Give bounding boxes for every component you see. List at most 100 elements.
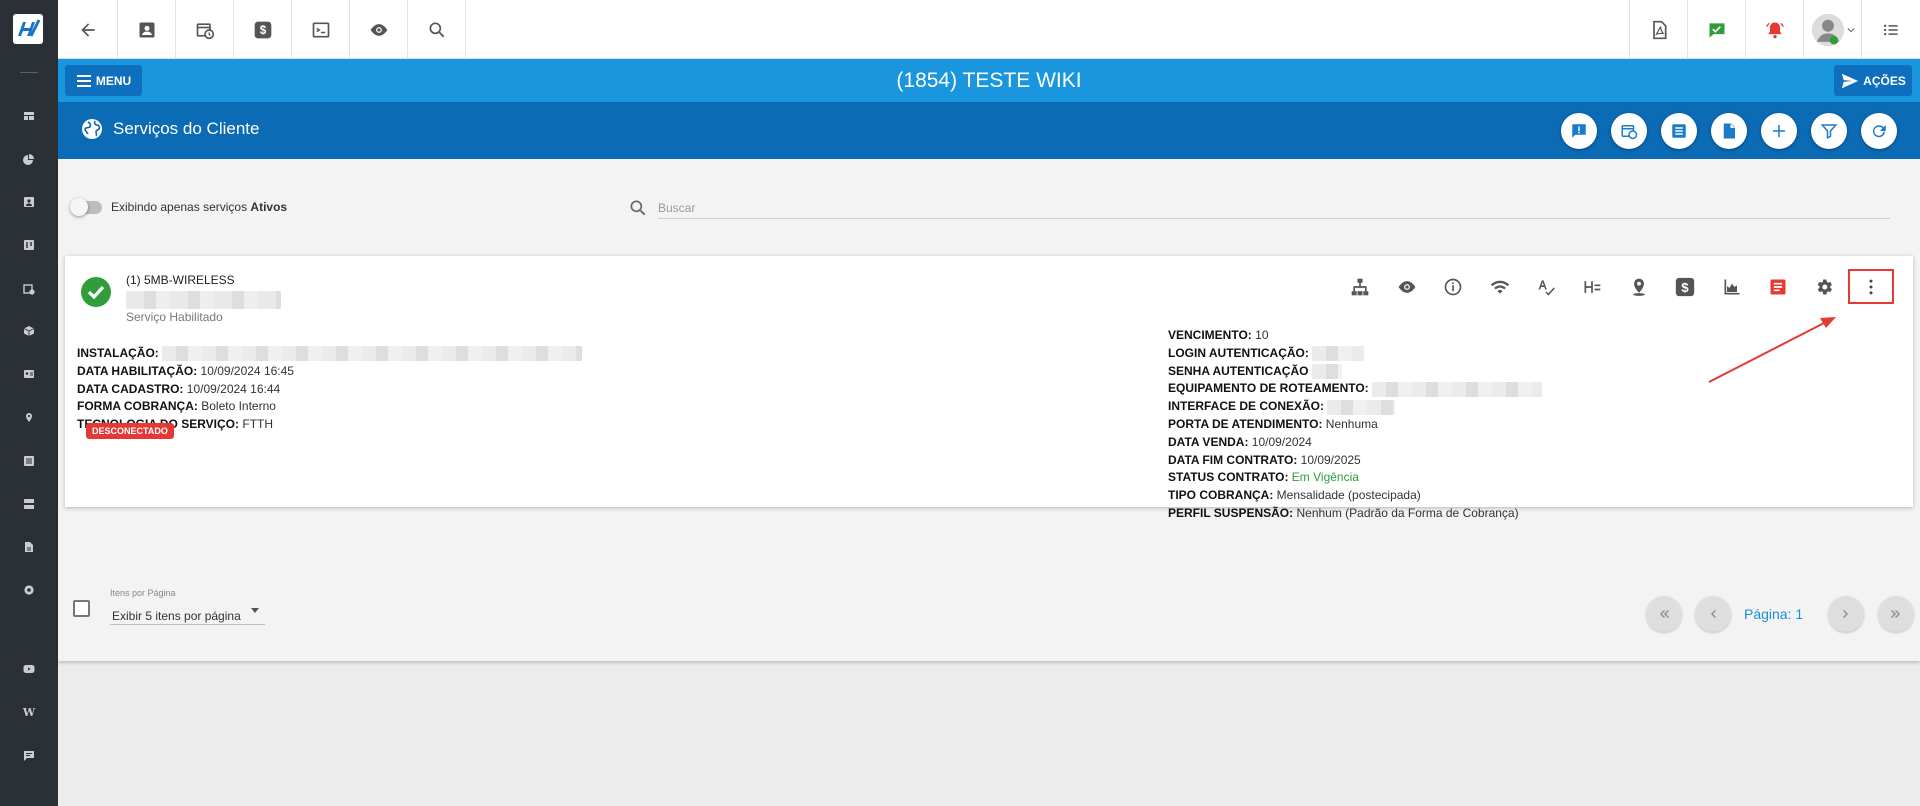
first-page-button[interactable] — [1646, 596, 1682, 632]
youtube-icon[interactable] — [21, 661, 37, 677]
calendar-clock-icon — [1621, 125, 1638, 140]
field-instalacao: INSTALAÇÃO: — [77, 345, 583, 363]
alert-comment-button[interactable] — [1561, 113, 1597, 149]
chat-icon[interactable] — [21, 748, 37, 764]
back-arrow-icon[interactable] — [58, 0, 118, 59]
server-icon[interactable] — [21, 496, 37, 512]
actions-button[interactable]: AÇÕES — [1834, 65, 1912, 96]
actions-button-label: AÇÕES — [1863, 73, 1906, 88]
check-circle-icon — [81, 277, 111, 307]
info-icon[interactable] — [1442, 276, 1464, 298]
document-icon — [1723, 123, 1735, 139]
toggle-label: Exibindo apenas serviços Ativos — [111, 200, 288, 214]
alert-comment-icon — [1572, 124, 1586, 138]
contact-card-icon[interactable] — [118, 0, 176, 59]
board-icon[interactable] — [21, 237, 37, 253]
svg-text:$: $ — [259, 24, 266, 37]
alarm-bell-icon[interactable] — [1745, 0, 1803, 59]
list-icon[interactable] — [21, 453, 37, 469]
contract-icon[interactable] — [1767, 276, 1789, 298]
gear-icon[interactable] — [1813, 276, 1835, 298]
double-chevron-left-icon — [1660, 610, 1669, 618]
client-title: (1854) TESTE WIKI — [896, 69, 1082, 92]
chevron-right-icon — [1843, 610, 1848, 618]
last-page-button[interactable] — [1878, 596, 1914, 632]
status-badge: DESCONECTADO — [86, 423, 174, 439]
redacted-value — [1372, 381, 1543, 397]
hamburger-list-icon[interactable] — [1861, 0, 1920, 59]
pie-chart-icon[interactable] — [21, 151, 37, 167]
sidebar-divider — [20, 72, 38, 73]
refresh-button[interactable] — [1861, 113, 1897, 149]
service-details-right: VENCIMENTO: 10 LOGIN AUTENTICAÇÃO: SENHA… — [1168, 327, 1543, 523]
dollar-icon[interactable]: $ — [1674, 276, 1696, 298]
package-icon[interactable] — [21, 323, 37, 339]
active-services-toggle[interactable] — [70, 198, 102, 216]
calendar-clock-icon[interactable] — [21, 281, 37, 297]
id-card-icon[interactable] — [21, 366, 37, 382]
search-icon — [630, 200, 646, 216]
prev-page-button[interactable] — [1695, 596, 1731, 632]
h-equals-icon[interactable] — [1581, 276, 1603, 298]
network-tree-icon[interactable] — [1349, 276, 1371, 298]
app-logo[interactable] — [13, 14, 43, 44]
search-icon[interactable] — [408, 0, 466, 59]
refresh-icon — [1873, 125, 1886, 138]
field-forma-cobranca: FORMA COBRANÇA: Boleto Interno — [77, 399, 276, 414]
add-button[interactable] — [1761, 113, 1797, 149]
filter-icon — [1820, 124, 1838, 139]
redacted-value — [1311, 363, 1342, 379]
eye-icon[interactable] — [1396, 276, 1418, 298]
wiki-letter: W — [22, 705, 36, 719]
items-per-page-select[interactable]: Exibir 5 itens por página — [110, 603, 265, 625]
menu-button[interactable]: MENU — [65, 65, 142, 96]
location-pin-icon[interactable] — [1628, 276, 1650, 298]
terminal-icon[interactable] — [292, 0, 350, 59]
dollar-icon[interactable]: $ — [234, 0, 292, 59]
redacted-value — [1312, 346, 1365, 362]
list-icon — [1672, 124, 1686, 138]
eye-icon[interactable] — [350, 0, 408, 59]
document-icon[interactable] — [21, 539, 37, 555]
field-login: LOGIN AUTENTICAÇÃO: — [1168, 345, 1542, 363]
items-per-page-value: Exibir 5 itens por página — [112, 609, 241, 623]
field-tipo-cobranca: TIPO COBRANÇA: Mensalidade (postecipada) — [1168, 488, 1421, 503]
menu-icon — [76, 74, 91, 87]
more-options-button[interactable] — [1848, 269, 1894, 304]
document-button[interactable] — [1711, 113, 1747, 149]
next-page-button[interactable] — [1828, 596, 1864, 632]
list-button[interactable] — [1661, 113, 1697, 149]
location-pin-icon[interactable] — [21, 410, 37, 426]
wifi-icon[interactable] — [1489, 276, 1511, 298]
service-details-left: INSTALAÇÃO: DATA HABILITAÇÃO: 10/09/2024… — [77, 345, 583, 434]
menu-button-label: MENU — [95, 73, 132, 88]
field-interface: INTERFACE DE CONEXÃO: — [1168, 398, 1542, 416]
search-input[interactable] — [658, 197, 1890, 219]
field-data-habilitacao: DATA HABILITAÇÃO: 10/09/2024 16:45 — [77, 363, 294, 378]
double-chevron-right-icon — [1891, 610, 1900, 618]
wiki-icon[interactable]: W — [21, 704, 37, 720]
green-check-icon[interactable] — [1687, 0, 1745, 59]
field-equipamento: EQUIPAMENTO DE ROTEAMENTO: — [1168, 380, 1543, 398]
chevron-left-icon — [1711, 610, 1716, 618]
service-name: (1) 5MB-WIRELESS — [126, 273, 235, 287]
select-all-checkbox[interactable] — [73, 600, 90, 617]
field-status-contrato: STATUS CONTRATO: Em Vigência — [1168, 470, 1359, 485]
field-data-venda: DATA VENDA: 10/09/2024 — [1168, 434, 1312, 449]
filter-button[interactable] — [1811, 113, 1847, 149]
user-avatar[interactable] — [1803, 0, 1861, 59]
send-icon — [1842, 73, 1859, 88]
area-chart-icon[interactable] — [1721, 276, 1743, 298]
redacted-value — [1327, 399, 1396, 415]
spellcheck-icon[interactable] — [1535, 276, 1557, 298]
contact-card-icon[interactable] — [21, 194, 37, 210]
schedule-button[interactable] — [1611, 113, 1647, 149]
field-perfil-suspensao: PERFIL SUSPENSÃO: Nenhum (Padrão da Form… — [1168, 505, 1519, 520]
field-data-cadastro: DATA CADASTRO: 10/09/2024 16:44 — [77, 381, 281, 396]
dashboard-icon[interactable] — [21, 108, 37, 124]
pdf-document-icon[interactable] — [1629, 0, 1687, 59]
svg-text:$: $ — [1681, 280, 1689, 295]
settings-icon[interactable] — [21, 582, 37, 598]
calendar-clock-icon[interactable] — [176, 0, 234, 59]
page-header: (1854) TESTE WIKI MENU AÇÕES — [58, 59, 1920, 102]
